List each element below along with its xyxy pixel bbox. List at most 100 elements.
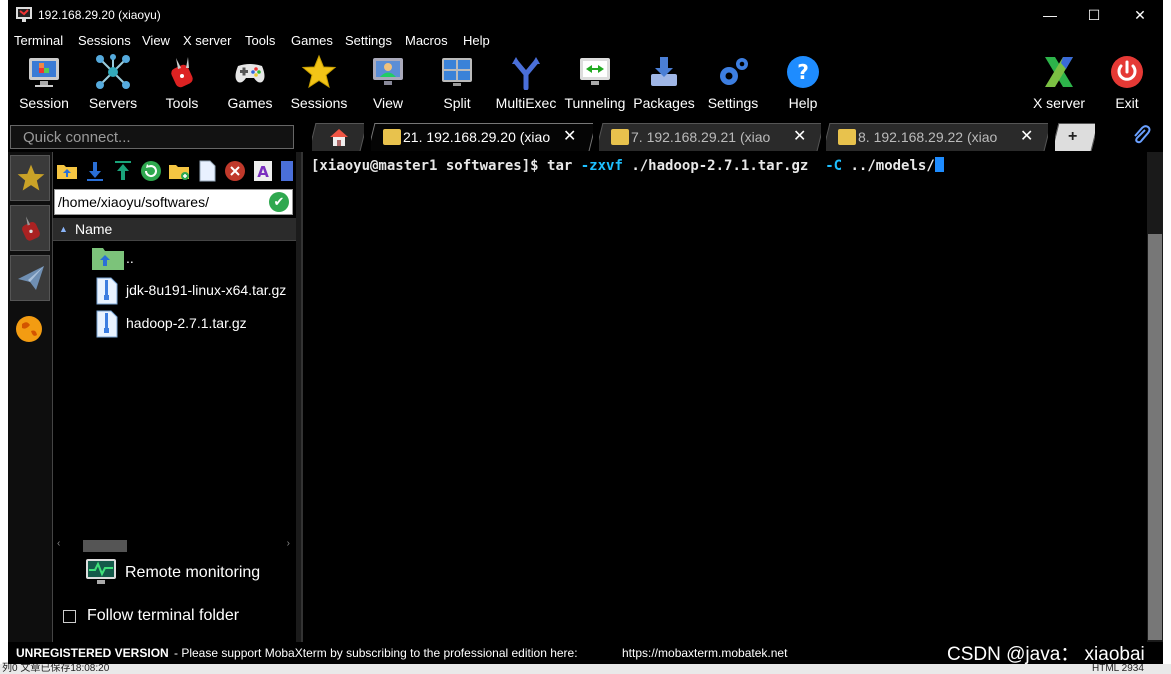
scroll-right-icon[interactable]: › [287,538,290,549]
mobaxterm-link[interactable]: https://mobaxterm.mobatek.net [622,642,787,664]
packages-label: Packages [633,95,695,111]
games-label: Games [227,95,273,111]
settings-button[interactable]: Settings [699,50,767,116]
tab-close-icon[interactable]: ✕ [1020,123,1033,151]
help-label: Help [788,95,818,111]
xserver-button[interactable]: X server [1025,50,1093,116]
mobaxterm-app-icon [16,7,32,22]
star-icon [17,164,45,191]
terminal-vertical-scrollbar[interactable] [1147,152,1163,642]
csdn-watermark: CSDN @java： xiaobai [947,644,1145,665]
download-icon[interactable] [84,160,106,182]
games-button[interactable]: Games [216,50,284,116]
split-button[interactable]: Split [423,50,491,116]
new-tab-button[interactable]: + [1055,123,1095,151]
quick-connect-input[interactable]: Quick connect... [10,125,294,149]
tab-close-icon[interactable]: ✕ [563,123,576,151]
file-row[interactable]: jdk-8u191-linux-x64.tar.gz [53,274,296,306]
multiexec-label: MultiExec [495,95,557,111]
parent-folder-icon[interactable] [56,160,78,182]
tab-label: 7. 192.168.29.21 (xiao [631,129,771,145]
confirm-path-icon[interactable]: ✔ [269,192,289,212]
menu-sessions[interactable]: Sessions [78,33,131,48]
help-button[interactable]: ? Help [769,50,837,116]
monitor-icon [29,58,59,87]
file-row-parent[interactable]: .. [53,242,296,274]
home-tab[interactable] [312,123,364,151]
servers-button[interactable]: Servers [79,50,147,116]
file-row[interactable]: hadoop-2.7.1.tar.gz [53,307,296,339]
sftp-side-tab[interactable] [10,255,50,301]
svg-text:A: A [257,163,269,181]
exit-button[interactable]: Exit [1093,50,1161,116]
title-bar: 192.168.29.20 (xiaoyu) — ☐ ✕ [8,0,1163,30]
paperclip-icon[interactable] [1130,125,1152,147]
xserver-x-icon [1045,57,1073,87]
view-user-icon [373,58,403,85]
tools-button[interactable]: Tools [148,50,216,116]
parent-folder-icon [92,248,124,270]
view-button[interactable]: View [354,50,422,116]
name-column-header[interactable]: ▲ Name [53,218,296,241]
tab-session-8[interactable]: 8. 192.168.29.22 (xiao ✕ [826,123,1048,151]
menu-macros[interactable]: Macros [405,33,448,48]
scroll-left-icon[interactable]: ‹ [57,538,60,549]
menu-help[interactable]: Help [463,33,490,48]
menu-terminal[interactable]: Terminal [14,33,63,48]
tab-close-icon[interactable]: ✕ [793,123,806,151]
menu-games[interactable]: Games [291,33,333,48]
servers-network-icon [96,54,130,89]
upload-icon[interactable] [112,160,134,182]
packages-button[interactable]: Packages [630,50,698,116]
menu-tools[interactable]: Tools [245,33,275,48]
follow-terminal-folder-checkbox[interactable] [63,610,76,623]
tunneling-button[interactable]: Tunneling [561,50,629,116]
menu-view[interactable]: View [142,33,170,48]
maximize-button[interactable]: ☐ [1071,0,1117,30]
terminal-command-line: [xiaoyu@master1 softwares]$ tar -zxvf ./… [311,157,944,174]
sessions-label: Sessions [290,95,348,111]
remote-path-input[interactable]: /home/xiaoyu/softwares/ ✔ [54,189,293,215]
new-folder-icon[interactable] [168,160,190,182]
horizontal-scrollbar[interactable]: ‹ › [55,538,292,552]
new-file-icon[interactable] [196,160,218,182]
menu-settings[interactable]: Settings [345,33,392,48]
remote-path-text: /home/xiaoyu/softwares/ [58,194,209,210]
tab-session-7[interactable]: 7. 192.168.29.21 (xiao ✕ [599,123,821,151]
terminal-tab-icon [383,129,401,145]
tab-session-21[interactable]: 21. 192.168.29.20 (xiao ✕ [371,123,593,151]
gamepad-icon [235,64,265,83]
more-tools-icon[interactable] [280,160,294,182]
minimize-button[interactable]: — [1027,0,1073,30]
close-button[interactable]: ✕ [1117,0,1163,30]
terminal-area[interactable]: [xiaoyu@master1 softwares]$ tar -zxvf ./… [301,152,1149,642]
menu-xserver[interactable]: X server [183,33,231,48]
xserver-label: X server [1032,95,1086,111]
sessions-button[interactable]: Sessions [285,50,353,116]
unregistered-label: UNREGISTERED VERSION [16,646,169,660]
refresh-icon[interactable] [140,160,162,182]
tab-strip: Quick connect... 21. 192.168.29.20 (xiao… [8,120,1163,152]
tools-side-tab[interactable] [10,205,50,251]
tab-label: 8. 192.168.29.22 (xiao [858,129,998,145]
power-icon [1111,56,1143,88]
multiexec-button[interactable]: MultiExec [492,50,560,116]
background-status-left: 列0 文章已保存18:08:20 [2,663,110,674]
background-app-strip-right [1163,0,1171,674]
sessions-side-tab[interactable] [10,155,50,201]
swiss-knife-icon [22,216,40,241]
globe-icon[interactable] [14,314,44,344]
rename-icon[interactable]: A [252,160,274,182]
monitoring-chart-icon [86,559,116,584]
delete-icon[interactable] [224,160,246,182]
background-app-strip [0,0,8,674]
servers-label: Servers [88,95,138,111]
support-message: - Please support MobaXterm by subscribin… [174,646,578,660]
scrollbar-thumb[interactable] [83,540,127,552]
help-question-icon: ? [787,56,819,88]
terminal-tab-icon [611,129,629,145]
scrollbar-thumb[interactable] [1148,234,1162,640]
tab-label: 21. 192.168.29.20 (xiao [403,129,551,145]
file-name: .. [126,250,134,266]
session-button[interactable]: Session [10,50,78,116]
